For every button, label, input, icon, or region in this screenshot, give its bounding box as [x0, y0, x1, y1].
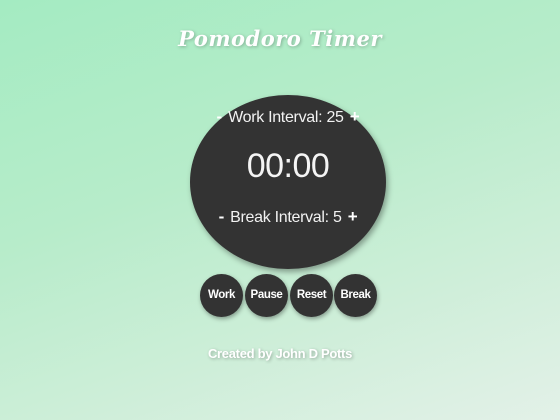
timer-display: 00:00	[246, 147, 330, 185]
timer-clock: - Work Interval: 25 + 00:00 - Break Inte…	[190, 95, 386, 269]
timer-controls: Work Pause Reset Break	[200, 274, 380, 318]
work-decrement-button[interactable]: -	[215, 107, 224, 127]
break-interval-label: Break Interval:	[230, 209, 329, 226]
break-button[interactable]: Break	[334, 274, 377, 317]
pause-button[interactable]: Pause	[245, 274, 288, 317]
work-interval-value: 25	[326, 109, 344, 126]
break-interval-value: 5	[332, 209, 342, 226]
work-increment-button[interactable]: +	[348, 107, 362, 127]
work-interval-label: Work Interval:	[228, 109, 323, 126]
reset-button[interactable]: Reset	[290, 274, 333, 317]
work-button[interactable]: Work	[200, 274, 243, 317]
credit-text: Created by John D Potts	[207, 346, 353, 361]
break-increment-button[interactable]: +	[346, 207, 360, 227]
break-decrement-button[interactable]: -	[217, 207, 226, 227]
app-title: Pomodoro Timer	[178, 26, 382, 51]
work-interval-row: - Work Interval: 25 +	[190, 107, 386, 127]
break-interval-row: - Break Interval: 5 +	[190, 207, 386, 227]
